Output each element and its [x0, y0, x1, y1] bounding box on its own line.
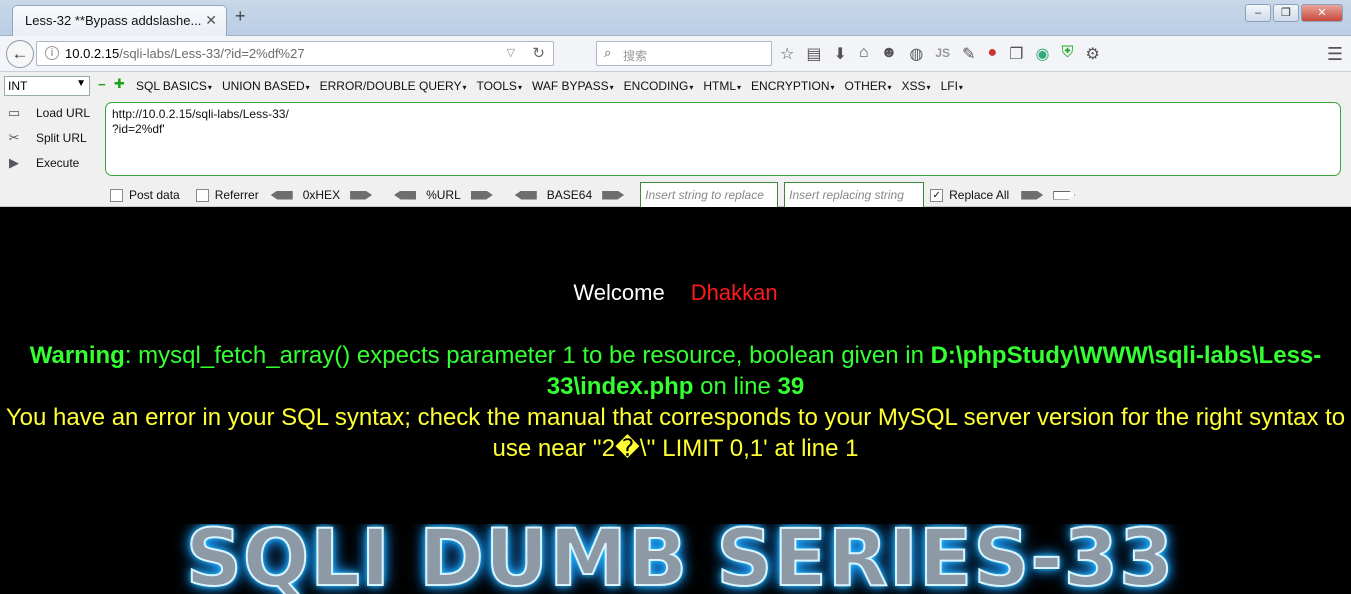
load-url-button[interactable]: ▭ Load URL	[6, 105, 90, 121]
history-dropdown-icon[interactable]: ▽	[507, 46, 515, 59]
hackbar-menu-items: SQL BASICS UNION BASED ERROR/DOUBLE QUER…	[136, 79, 963, 93]
nav-bar: ← i 10.0.2.15/sqli-labs/Less-33/?id=2%df…	[0, 36, 1351, 72]
search-placeholder: 搜索	[623, 49, 648, 63]
browser-chrome: Less-32 **Bypass addslashe... ✕ + – ❐ ✕ …	[0, 0, 1351, 208]
replace-left-icon[interactable]	[1053, 190, 1076, 200]
chevron-down-icon: ▼	[76, 78, 86, 89]
reload-icon[interactable]: ↻	[532, 44, 545, 62]
page-content: Welcome Dhakkan Warning: mysql_fetch_arra…	[0, 207, 1351, 594]
menu-encoding[interactable]: ENCODING	[624, 79, 694, 93]
sql-error-message: You have an error in your SQL syntax; ch…	[5, 404, 1346, 462]
user-name: Dhakkan	[690, 280, 778, 305]
split-url-label: Split URL	[36, 131, 87, 145]
hackbar-panel: ▭ Load URL ✂ Split URL ▶ Execute http://…	[0, 100, 1351, 208]
hackbar-options: Post data Referrer 0xHEX %URL BASE64 Ins…	[110, 182, 1076, 208]
tab-bar: Less-32 **Bypass addslashe... ✕ + – ❐ ✕	[0, 0, 1351, 36]
shield-icon[interactable]: ⛨	[1061, 44, 1073, 64]
base64-encode-icon[interactable]	[602, 190, 625, 200]
warning-online: on line	[693, 373, 778, 400]
window-controls: – ❐ ✕	[1245, 4, 1343, 22]
download-icon[interactable]: ⬇	[833, 44, 846, 64]
url-enc-label: %URL	[426, 188, 461, 202]
hex-encode-icon[interactable]	[350, 190, 373, 200]
menu-xss[interactable]: XSS	[902, 79, 931, 93]
cookie-icon[interactable]: ◍	[909, 44, 923, 64]
info-icon[interactable]: i	[45, 46, 59, 60]
close-window-icon[interactable]: ✕	[1301, 4, 1343, 22]
menu-lfi[interactable]: LFI	[941, 79, 963, 93]
menu-error-double-query[interactable]: ERROR/DOUBLE QUERY	[320, 79, 467, 93]
menu-union-based[interactable]: UNION BASED	[222, 79, 310, 93]
hamburger-menu-icon[interactable]: ☰	[1327, 44, 1343, 65]
load-url-icon: ▭	[7, 105, 21, 120]
execute-icon: ▶	[9, 155, 19, 170]
welcome-line: Welcome Dhakkan	[0, 280, 1351, 306]
url-decode-icon[interactable]	[394, 190, 417, 200]
menu-encryption[interactable]: ENCRYPTION	[751, 79, 834, 93]
execute-button[interactable]: ▶ Execute	[6, 155, 79, 171]
series-banner-text: SQLI DUMB SERIES-33	[185, 524, 1175, 594]
url-textarea[interactable]: http://10.0.2.15/sqli-labs/Less-33/ ?id=…	[105, 102, 1341, 176]
php-warning: Warning: mysql_fetch_array() expects par…	[20, 340, 1331, 402]
toolbar-icons: ☆ ▤ ⬇ ⌂ ☻ ◍ JS ✎ ● ❐ ◉ ⛨ ⚙	[780, 44, 1100, 64]
warning-text: : mysql_fetch_array() expects parameter …	[124, 342, 931, 369]
replace-all-checkbox[interactable]: ✓	[930, 188, 944, 202]
js-toggle[interactable]: JS	[935, 46, 950, 64]
url-encode-icon[interactable]	[470, 190, 493, 200]
home-icon[interactable]: ⌂	[859, 44, 869, 64]
new-tab-button[interactable]: +	[235, 6, 246, 27]
replace-all-label: Replace All	[949, 188, 1010, 202]
menu-sql-basics[interactable]: SQL BASICS	[136, 79, 212, 93]
tab-close-icon[interactable]: ✕	[205, 12, 217, 29]
referrer-label: Referrer	[214, 188, 259, 202]
series-banner: SQLI DUMB SERIES-33	[140, 524, 1220, 594]
ublock-icon[interactable]: ●	[987, 44, 997, 64]
search-input[interactable]: ⌕ 搜索	[596, 41, 772, 66]
menu-other[interactable]: OTHER	[845, 79, 892, 93]
minus-icon[interactable]: −	[98, 77, 106, 92]
tab-active[interactable]: Less-32 **Bypass addslashe... ✕	[12, 5, 227, 36]
split-url-button[interactable]: ✂ Split URL	[6, 130, 87, 146]
execute-label: Execute	[36, 156, 80, 170]
split-url-icon: ✂	[8, 130, 20, 145]
type-select-value: INT	[8, 79, 28, 93]
back-icon[interactable]: ←	[6, 40, 34, 68]
minimize-icon[interactable]: –	[1245, 4, 1271, 22]
bookmark-star-icon[interactable]: ☆	[780, 44, 794, 64]
avatar-icon[interactable]: ☻	[881, 44, 898, 64]
warning-line: 39	[777, 373, 805, 400]
menu-waf-bypass[interactable]: WAF BYPASS	[532, 79, 614, 93]
url-host: 10.0.2.15	[65, 46, 120, 61]
hex-decode-icon[interactable]	[270, 190, 293, 200]
tab-title: Less-32 **Bypass addslashe...	[25, 13, 202, 28]
warning-label: Warning	[29, 342, 125, 369]
copy-icon[interactable]: ❐	[1009, 44, 1023, 64]
globe-icon[interactable]: ◉	[1035, 44, 1049, 64]
referrer-checkbox[interactable]	[195, 188, 209, 202]
replacing-string-input[interactable]: Insert replacing string	[784, 182, 925, 208]
base64-label: BASE64	[546, 188, 593, 202]
address-bar[interactable]: i 10.0.2.15/sqli-labs/Less-33/?id=2%df%2…	[36, 41, 554, 66]
replace-right-icon[interactable]	[1021, 190, 1044, 200]
base64-decode-icon[interactable]	[514, 190, 537, 200]
type-select[interactable]: INT ▼	[4, 76, 90, 96]
welcome-text: Welcome	[573, 280, 665, 305]
insert-string-input[interactable]: Insert string to replace	[640, 182, 779, 208]
spy-icon[interactable]: ✎	[962, 44, 975, 64]
search-icon: ⌕	[604, 45, 612, 60]
menu-html[interactable]: HTML	[703, 79, 741, 93]
post-data-label: Post data	[129, 188, 180, 202]
plus-icon[interactable]: ✚	[114, 76, 125, 92]
post-data-checkbox[interactable]	[110, 188, 123, 202]
maximize-icon[interactable]: ❐	[1273, 4, 1299, 22]
settings-icon[interactable]: ⚙	[1085, 44, 1099, 64]
hackbar-menu: INT ▼ − ✚ SQL BASICS UNION BASED ERROR/D…	[0, 72, 1351, 100]
load-url-label: Load URL	[36, 106, 91, 120]
reading-list-icon[interactable]: ▤	[806, 44, 821, 64]
menu-tools[interactable]: TOOLS	[476, 79, 521, 93]
url-path: /sqli-labs/Less-33/?id=2%df%27	[119, 46, 305, 61]
hex-label: 0xHEX	[302, 188, 341, 202]
